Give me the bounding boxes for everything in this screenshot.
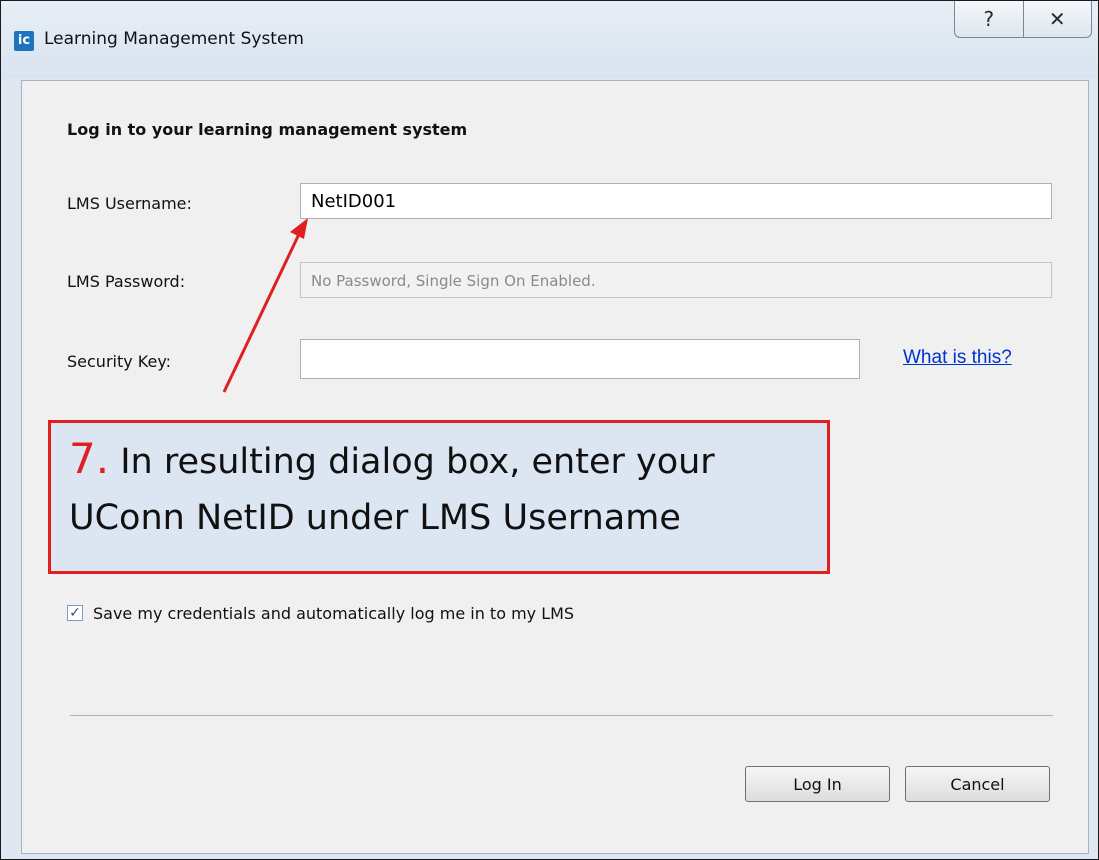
save-credentials-checkbox[interactable]: ✓: [67, 605, 83, 621]
callout-arrow-line: [222, 231, 302, 393]
save-credentials-label[interactable]: Save my credentials and automatically lo…: [93, 604, 574, 623]
login-button[interactable]: Log In: [745, 766, 890, 802]
cancel-button[interactable]: Cancel: [905, 766, 1050, 802]
callout-text-2: UConn NetID under LMS Username: [69, 498, 681, 538]
callout-line-1: 7. In resulting dialog box, enter your: [69, 431, 809, 490]
callout-arrow-head: [290, 218, 308, 239]
checkmark-icon: ✓: [69, 605, 81, 621]
callout-step-number: 7.: [69, 434, 110, 483]
separator: [70, 715, 1053, 716]
instruction-callout: 7. In resulting dialog box, enter your U…: [48, 420, 830, 574]
callout-text-1: In resulting dialog box, enter your: [120, 442, 715, 482]
